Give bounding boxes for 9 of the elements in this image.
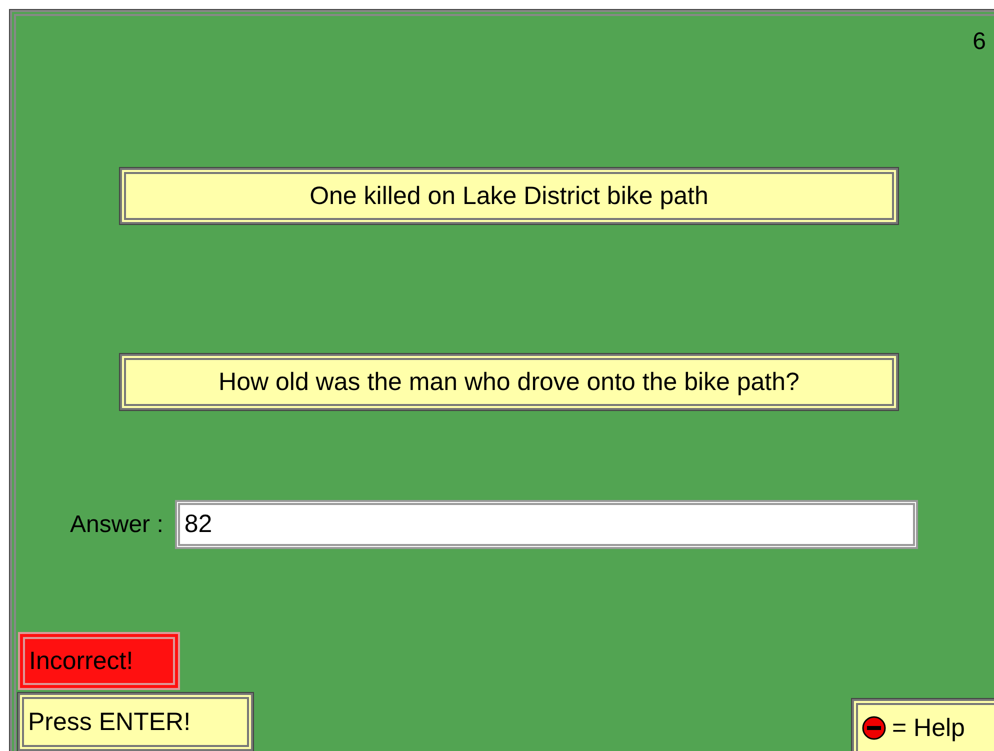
headline-box: One killed on Lake District bike path — [120, 168, 898, 224]
help-text: = Help — [892, 714, 965, 742]
enter-prompt: Press ENTER! — [18, 693, 253, 751]
question-box: How old was the man who drove onto the bike path? — [120, 354, 898, 410]
question-counter: 6 — [972, 28, 986, 56]
answer-label: Answer : — [70, 510, 164, 538]
minus-circle-icon — [862, 716, 886, 740]
answer-field[interactable]: 82 — [175, 500, 918, 549]
result-message: Incorrect! — [18, 632, 180, 690]
